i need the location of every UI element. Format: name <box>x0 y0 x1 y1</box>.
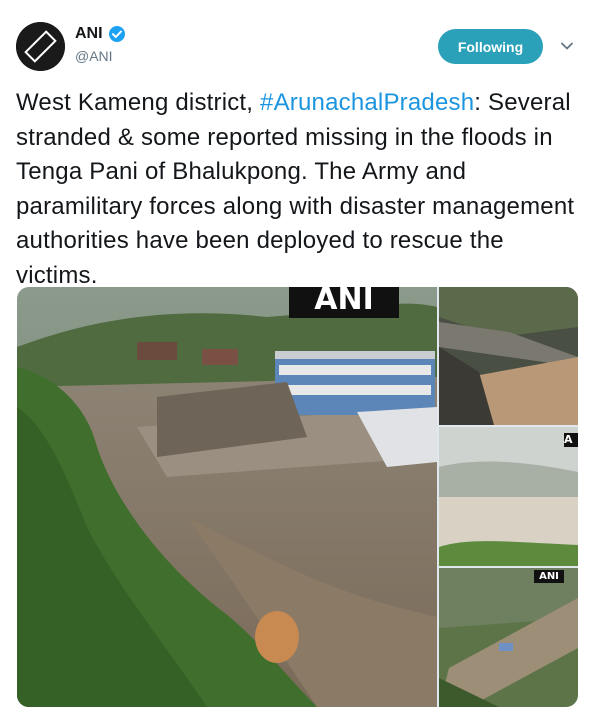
flood-photo-aerial[interactable]: ANI <box>439 568 578 707</box>
chevron-down-icon[interactable] <box>559 38 575 54</box>
flood-photo-river-mist[interactable]: A <box>439 427 578 566</box>
ani-watermark-small: A <box>564 433 578 447</box>
media-grid: ANI A ANI <box>17 287 578 707</box>
following-button[interactable]: Following <box>438 29 543 64</box>
flood-photo-road[interactable] <box>439 287 578 425</box>
tweet-text: West Kameng district, #ArunachalPradesh:… <box>16 86 576 293</box>
ani-avatar[interactable] <box>16 22 65 71</box>
hashtag-link[interactable]: #ArunachalPradesh <box>260 89 474 116</box>
display-name-row[interactable]: ANI <box>75 25 126 43</box>
tweet-header: ANI @ANI Following <box>16 18 582 72</box>
display-name[interactable]: ANI <box>75 25 103 43</box>
verified-badge-icon <box>108 25 126 43</box>
ani-watermark-small: ANI <box>534 570 564 583</box>
ani-watermark: ANI <box>289 287 399 318</box>
flood-photo-main[interactable]: ANI <box>17 287 437 707</box>
user-names: ANI @ANI <box>75 25 126 64</box>
user-handle[interactable]: @ANI <box>75 48 126 64</box>
tweet-text-body: : Several stranded & some reported missi… <box>16 89 575 289</box>
tweet-text-lead: West Kameng district, <box>16 89 261 116</box>
